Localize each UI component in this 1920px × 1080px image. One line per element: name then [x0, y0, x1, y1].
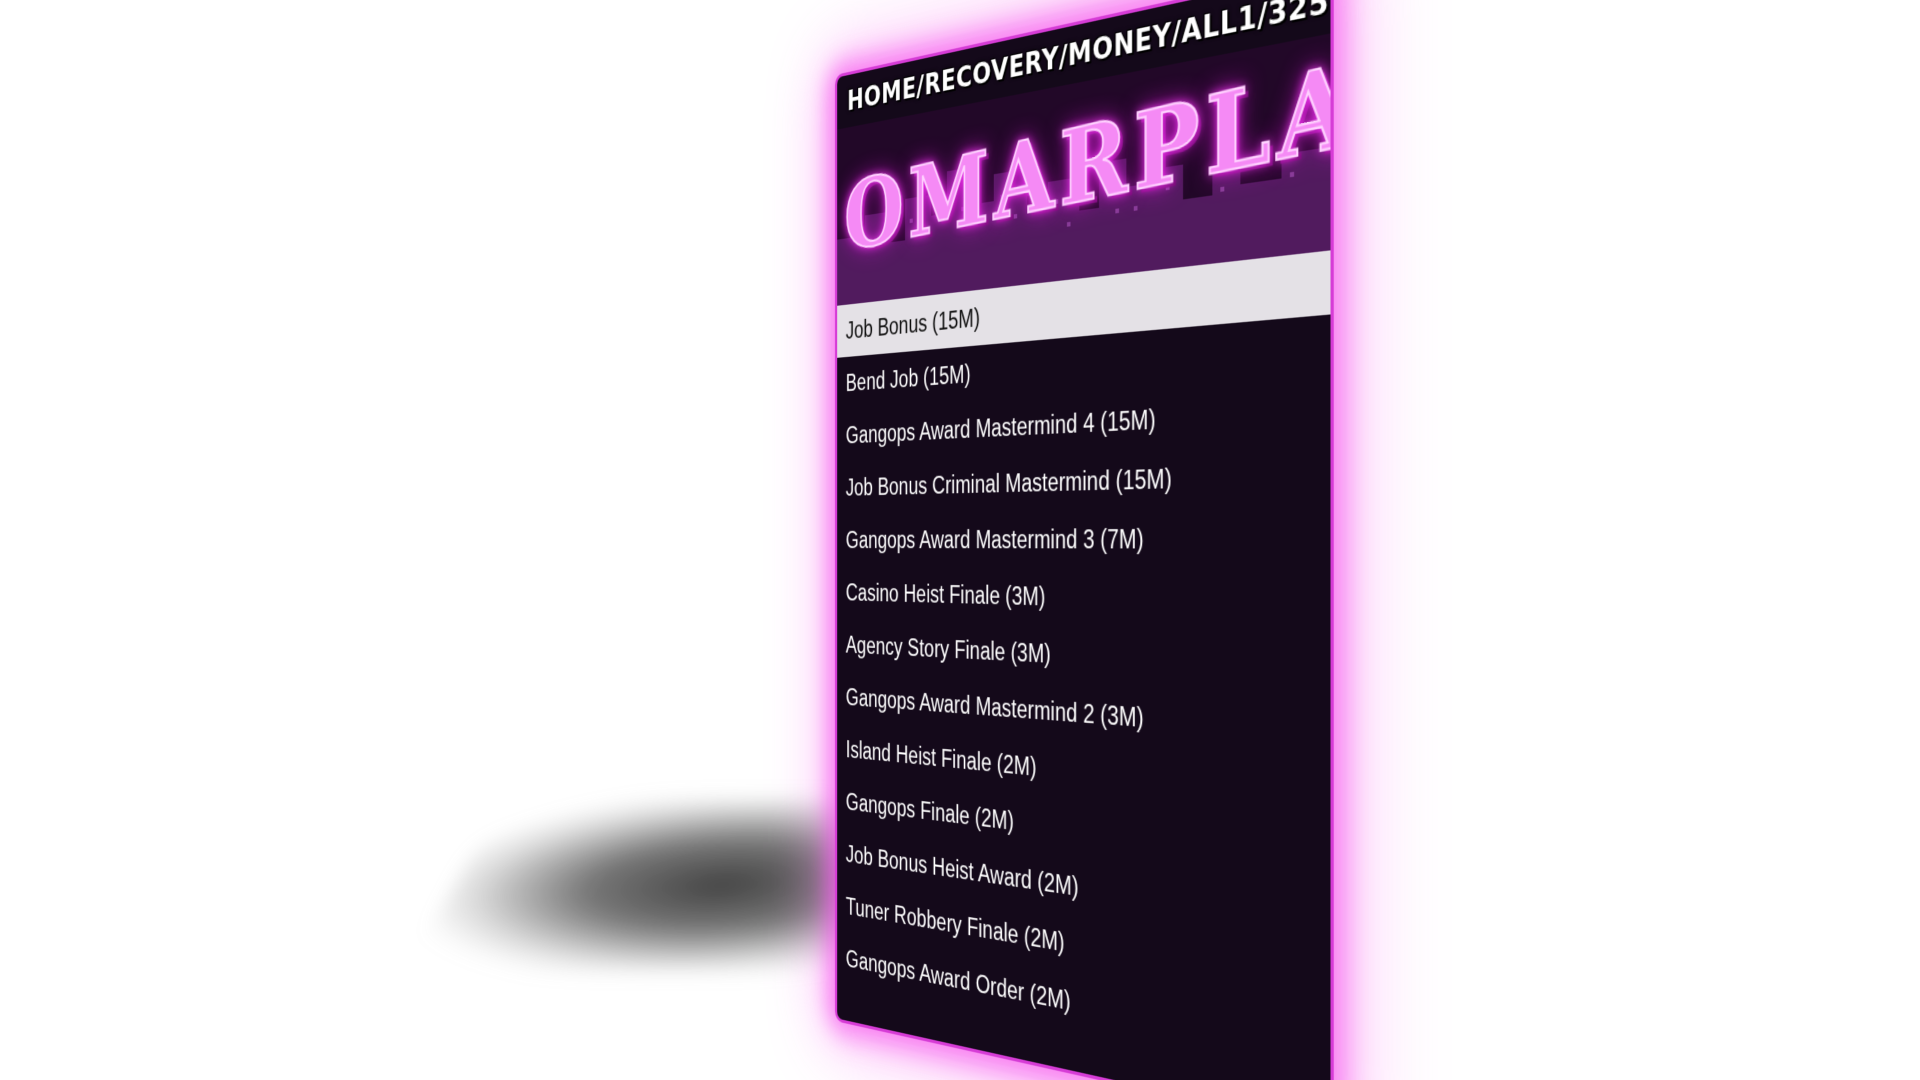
- stage: HOME/RECOVERY/MONEY/ALL 1/325 OMARPLAYS …: [0, 0, 1920, 1080]
- menu-perspective-wrapper: HOME/RECOVERY/MONEY/ALL 1/325 OMARPLAYS …: [835, 0, 1395, 1080]
- item-position-counter: 1/325: [1237, 0, 1330, 40]
- mod-menu-panel: HOME/RECOVERY/MONEY/ALL 1/325 OMARPLAYS …: [835, 0, 1334, 1080]
- menu-item[interactable]: Gangops Award Mastermind 3 (7M): [837, 507, 1330, 571]
- menu-item-list: Job Bonus (15M) Bend Job (15M) Gangops Awa…: [837, 250, 1331, 1080]
